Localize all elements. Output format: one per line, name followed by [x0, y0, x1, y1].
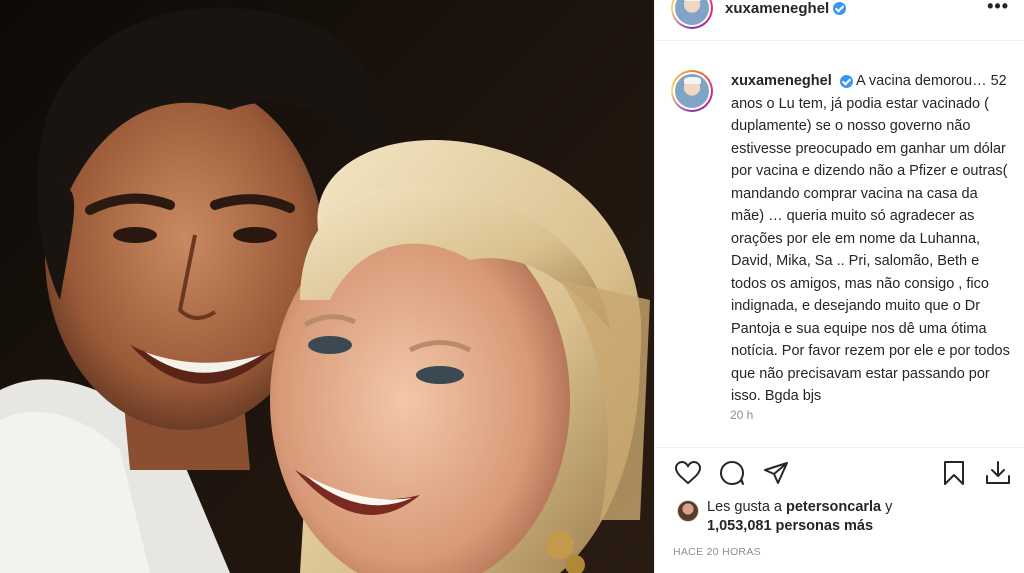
- caption-row: xuxameneghel A vacina demorou… 52 anos o…: [671, 70, 1011, 408]
- photo-illustration: [0, 7, 650, 573]
- liker-username[interactable]: petersoncarla: [786, 499, 881, 515]
- caption-body: A vacina demorou… 52 anos o Lu tem, já p…: [731, 73, 1010, 404]
- download-icon[interactable]: [983, 458, 1013, 488]
- bookmark-icon[interactable]: [939, 458, 969, 488]
- likes-prefix: Les gusta a: [707, 499, 782, 515]
- likes-count[interactable]: 1,053,081 personas más: [707, 518, 873, 534]
- verified-badge-icon: [833, 1, 847, 15]
- likes-text: Les gusta a petersoncarla y 1,053,081 pe…: [707, 498, 892, 536]
- post-header: xuxameneghel •••: [655, 0, 1024, 29]
- more-icon[interactable]: •••: [987, 0, 1009, 17]
- caption-avatar[interactable]: [671, 70, 713, 112]
- post-panel: xuxameneghel ••• xuxameneghel A vacina d…: [654, 0, 1024, 573]
- author-username[interactable]: xuxameneghel: [725, 0, 829, 17]
- post-timestamp[interactable]: HACE 20 HORAS: [673, 546, 761, 558]
- heart-icon[interactable]: [673, 458, 703, 488]
- verified-badge-icon: [839, 74, 853, 88]
- likes-connector: y: [885, 499, 893, 515]
- header-divider: [655, 40, 1024, 41]
- caption-username[interactable]: xuxameneghel: [731, 73, 832, 89]
- action-bar: [655, 458, 1024, 492]
- caption-time: 20 h: [730, 408, 754, 422]
- author-avatar[interactable]: [671, 0, 713, 29]
- caption-text: xuxameneghel A vacina demorou… 52 anos o…: [731, 70, 1011, 408]
- share-icon[interactable]: [761, 458, 791, 488]
- actions-divider: [655, 447, 1024, 448]
- comment-icon[interactable]: [717, 458, 747, 488]
- post-photo[interactable]: [0, 0, 654, 573]
- likes-row: Les gusta a petersoncarla y 1,053,081 pe…: [677, 498, 892, 536]
- liker-avatar[interactable]: [677, 500, 699, 522]
